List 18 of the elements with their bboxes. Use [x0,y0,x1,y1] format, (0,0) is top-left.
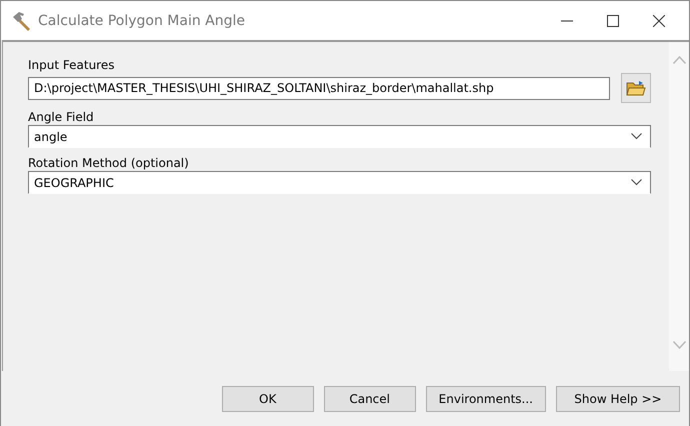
browse-button[interactable] [621,73,651,103]
hammer-icon [11,10,33,30]
chevron-down-icon [631,133,642,140]
close-icon[interactable] [653,14,665,26]
dialog-button[interactable]: Show Help >> [556,386,680,412]
dropdown-field[interactable]: angle [28,125,651,148]
input-field[interactable]: D:\project\MASTER_THESIS\UHI_SHIRAZ_SOLTANI\shiraz_border\mahallat.shp [28,76,610,100]
dropdown-field[interactable]: GEOGRAPHIC [28,171,651,194]
maximize-icon[interactable] [607,14,619,26]
window-title: Calculate Polygon Main Angle [38,12,246,28]
chevron-down-icon [631,179,642,186]
dialog-button[interactable]: Cancel [324,386,416,412]
folder-icon [626,80,646,96]
field-label: Input Features [28,58,116,73]
field-label: Rotation Method (optional) [28,156,190,171]
field-label: Angle Field [28,110,95,125]
dialog-button[interactable]: Environments... [426,386,546,412]
dialog-button[interactable]: OK [222,386,314,412]
